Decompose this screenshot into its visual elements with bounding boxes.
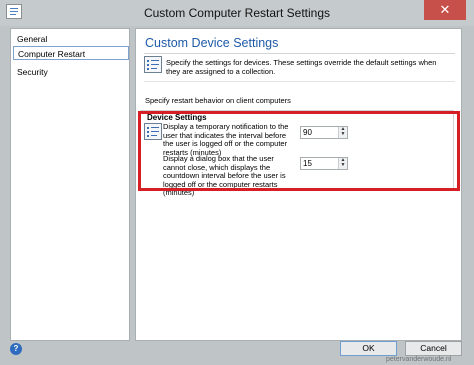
- settings-list-icon: [144, 56, 162, 73]
- nav-item-general[interactable]: General: [13, 32, 129, 46]
- help-icon[interactable]: ?: [10, 343, 22, 355]
- notification-interval-label: Display a temporary notification to the …: [163, 122, 289, 157]
- decrement-icon[interactable]: ▼: [339, 132, 347, 137]
- notification-interval-value[interactable]: 90: [303, 128, 312, 137]
- description-divider: [144, 81, 455, 82]
- title-bar[interactable]: Custom Computer Restart Settings ✕: [0, 0, 474, 26]
- page-title: Custom Device Settings: [145, 36, 279, 50]
- header-divider: [144, 53, 455, 54]
- settings-nav: General Computer Restart Security: [10, 28, 130, 341]
- notification-interval-stepper[interactable]: 90 ▲ ▼: [300, 126, 348, 139]
- ok-button[interactable]: OK: [340, 341, 397, 356]
- settings-panel: Custom Device Settings Specify the setti…: [135, 28, 462, 341]
- watermark: petervanderwoude.nl: [386, 356, 452, 363]
- countdown-interval-stepper[interactable]: 15 ▲ ▼: [300, 157, 348, 170]
- countdown-dialog-label: Display a dialog box that the user canno…: [163, 154, 286, 197]
- cancel-button[interactable]: Cancel: [405, 341, 462, 356]
- countdown-interval-value[interactable]: 15: [303, 159, 312, 168]
- nav-item-computer-restart[interactable]: Computer Restart: [13, 46, 129, 60]
- device-settings-group: Device Settings Display a temporary noti…: [140, 110, 454, 197]
- restart-behavior-label: Specify restart behavior on client compu…: [145, 96, 291, 105]
- close-button[interactable]: ✕: [424, 0, 466, 20]
- page-description: Specify the settings for devices. These …: [166, 58, 437, 76]
- restart-settings-dialog: Custom Computer Restart Settings ✕ Gener…: [0, 0, 474, 365]
- decrement-icon[interactable]: ▼: [339, 163, 347, 168]
- settings-list-icon: [144, 123, 162, 140]
- nav-item-security[interactable]: Security: [13, 65, 129, 79]
- window-title: Custom Computer Restart Settings: [143, 6, 331, 20]
- group-label: Device Settings: [147, 113, 207, 122]
